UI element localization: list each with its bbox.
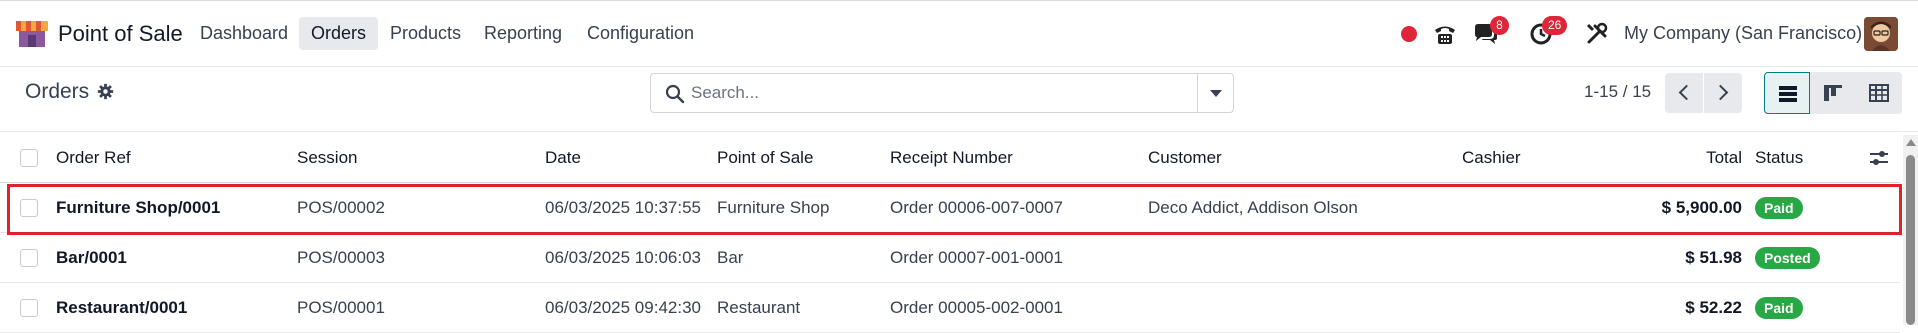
optional-columns-icon[interactable] (1869, 149, 1889, 167)
pager-next-button[interactable] (1704, 73, 1742, 113)
vertical-scrollbar[interactable] (1903, 135, 1918, 325)
cell-session: POS/00001 (297, 298, 385, 317)
menu-dashboard[interactable]: Dashboard (188, 17, 300, 50)
status-badge: Paid (1755, 197, 1803, 219)
kanban-view-icon (1824, 85, 1842, 101)
cell-point-of-sale: Bar (717, 248, 744, 267)
control-panel-divider (0, 131, 1918, 132)
cell-receipt-number: Order 00007-001-0001 (890, 248, 1063, 267)
app-name[interactable]: Point of Sale (58, 21, 183, 47)
menu-orders[interactable]: Orders (299, 17, 379, 50)
pivot-view-button[interactable] (1856, 72, 1902, 114)
column-header-customer[interactable]: Customer (1148, 133, 1222, 183)
chevron-left-icon (1678, 84, 1695, 101)
top-navbar: Point of Sale Dashboard Orders Products … (0, 0, 1918, 67)
scrollbar-thumb[interactable] (1906, 155, 1915, 325)
activities-count-badge: 26 (1542, 16, 1568, 35)
pager-previous-button[interactable] (1665, 73, 1703, 113)
table-header: Order Ref Session Date Point of Sale Rec… (0, 133, 1900, 183)
column-header-receipt-number[interactable]: Receipt Number (890, 133, 1013, 183)
search-icon (665, 84, 685, 104)
list-view-button[interactable] (1764, 72, 1810, 114)
menu-configuration[interactable]: Configuration (575, 17, 706, 50)
user-avatar-image-icon (1864, 17, 1898, 51)
cell-customer: Deco Addict, Addison Olson (1148, 198, 1358, 217)
cell-order-ref: Bar/0001 (56, 248, 127, 267)
column-header-point-of-sale[interactable]: Point of Sale (717, 133, 813, 183)
cell-point-of-sale: Restaurant (717, 298, 801, 317)
row-checkbox[interactable] (20, 249, 38, 267)
cell-point-of-sale: Furniture Shop (717, 198, 830, 217)
search-options-toggle[interactable] (1197, 74, 1233, 112)
scroll-up-icon[interactable] (1906, 139, 1916, 146)
table-row[interactable]: Bar/0001 POS/00003 06/03/2025 10:06:03 B… (0, 233, 1900, 283)
pivot-view-icon (1869, 84, 1889, 102)
table-row[interactable]: Restaurant/0001 POS/00001 06/03/2025 09:… (0, 283, 1900, 333)
user-avatar[interactable] (1864, 17, 1898, 51)
tools-icon[interactable] (1584, 21, 1610, 47)
phone-icon[interactable] (1432, 21, 1458, 47)
status-badge: Paid (1755, 297, 1803, 319)
cell-receipt-number: Order 00005-002-0001 (890, 298, 1063, 317)
table-row[interactable]: Furniture Shop/0001 POS/00002 06/03/2025… (0, 183, 1900, 233)
caret-down-icon (1210, 90, 1222, 97)
column-header-status[interactable]: Status (1755, 133, 1803, 183)
column-header-total[interactable]: Total (1640, 133, 1742, 183)
cell-total: $ 5,900.00 (1661, 198, 1742, 217)
gear-icon[interactable] (97, 83, 114, 100)
column-header-order-ref[interactable]: Order Ref (56, 133, 131, 183)
menu-reporting[interactable]: Reporting (472, 17, 574, 50)
search-input[interactable] (691, 80, 1171, 106)
cell-session: POS/00003 (297, 248, 385, 267)
cell-order-ref: Restaurant/0001 (56, 298, 188, 317)
list-view-icon (1779, 86, 1797, 102)
company-switcher[interactable]: My Company (San Francisco) (1624, 23, 1862, 44)
row-checkbox[interactable] (20, 299, 38, 317)
cell-date: 06/03/2025 10:37:55 (545, 198, 701, 217)
cell-date: 06/03/2025 09:42:30 (545, 298, 701, 317)
page-title: Orders (25, 80, 90, 103)
menu-products[interactable]: Products (378, 17, 473, 50)
cell-session: POS/00002 (297, 198, 385, 217)
cell-receipt-number: Order 00006-007-0007 (890, 198, 1063, 217)
column-header-session[interactable]: Session (297, 133, 357, 183)
column-header-cashier[interactable]: Cashier (1462, 133, 1521, 183)
cell-date: 06/03/2025 10:06:03 (545, 248, 701, 267)
cell-total: $ 51.98 (1685, 248, 1742, 267)
point-of-sale-logo-icon[interactable] (16, 21, 48, 47)
chevron-right-icon (1712, 84, 1729, 101)
select-all-checkbox[interactable] (20, 149, 38, 167)
search-bar[interactable] (650, 73, 1234, 113)
recording-dot-icon[interactable] (1396, 21, 1422, 47)
row-checkbox[interactable] (20, 199, 38, 217)
kanban-view-button[interactable] (1810, 72, 1856, 114)
messages-count-badge: 8 (1490, 16, 1509, 35)
cell-total: $ 52.22 (1685, 298, 1742, 317)
column-header-date[interactable]: Date (545, 133, 581, 183)
cell-order-ref: Furniture Shop/0001 (56, 198, 221, 217)
status-badge: Posted (1755, 247, 1820, 269)
pager-value[interactable]: 1-15 / 15 (1584, 82, 1651, 102)
